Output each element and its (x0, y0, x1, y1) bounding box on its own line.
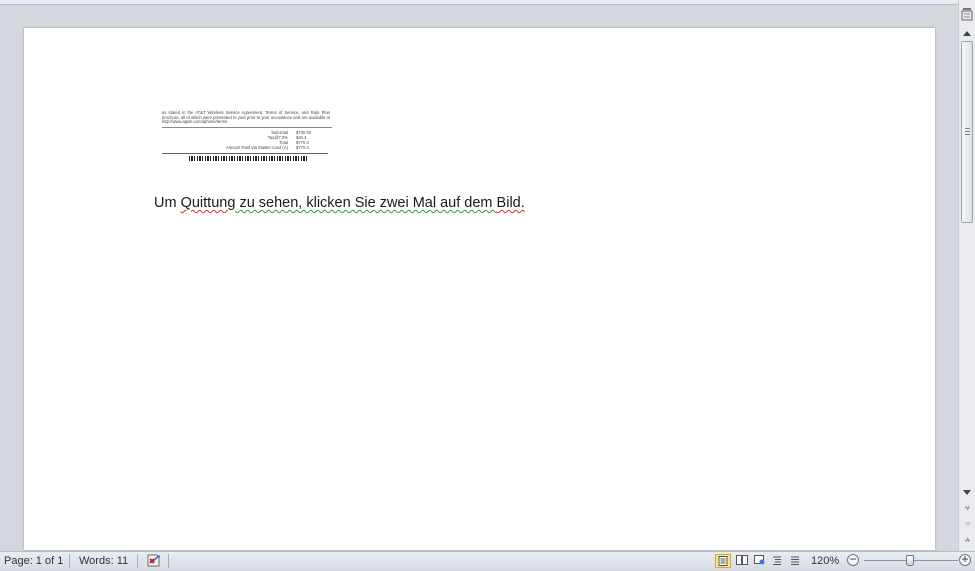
spelling-error-word[interactable]: Quittung (181, 195, 236, 211)
zoom-slider-thumb[interactable] (906, 555, 914, 566)
word-count[interactable]: Words: 11 (79, 555, 128, 567)
grip-line (965, 131, 970, 132)
grip-line (965, 134, 970, 135)
print-layout-icon[interactable] (715, 554, 731, 568)
outline-icon[interactable] (769, 554, 785, 568)
receipt-terms-text: as stated in the AT&T Wireless Service A… (162, 110, 330, 125)
barcode (189, 155, 307, 161)
text-run: Um (154, 195, 181, 211)
web-layout-icon[interactable] (751, 554, 767, 568)
vertical-scrollbar[interactable]: ⩝ ○ ⩜ (958, 0, 975, 551)
zoom-out-button[interactable]: − (847, 553, 859, 566)
scroll-up-arrow-icon[interactable] (963, 31, 971, 36)
scroll-down-arrow-icon[interactable] (963, 490, 971, 495)
view-ruler-icon[interactable] (961, 7, 973, 21)
previous-page-icon[interactable]: ⩝ (961, 502, 974, 514)
page-count[interactable]: Page: 1 of 1 (4, 555, 63, 567)
proofing-errors-icon[interactable] (146, 553, 162, 568)
status-bar: Page: 1 of 1 Words: 11 120% − + (0, 551, 975, 570)
spelling-error-word[interactable]: Bild. (497, 195, 525, 211)
receipt-divider (162, 126, 332, 128)
document-paragraph[interactable]: Um Quittung zu sehen, klicken Sie zwei M… (154, 195, 525, 211)
zoom-level[interactable]: 120% (811, 555, 839, 567)
next-page-icon[interactable]: ⩜ (961, 534, 974, 546)
full-screen-reading-icon[interactable] (734, 554, 750, 568)
draft-icon[interactable] (787, 554, 803, 568)
scroll-thumb[interactable] (961, 41, 973, 223)
ribbon-bottom-edge (0, 0, 958, 5)
zoom-in-button[interactable]: + (959, 553, 971, 566)
status-separator (137, 554, 138, 568)
receipt-image[interactable]: as stated in the AT&T Wireless Service A… (162, 110, 332, 173)
document-page[interactable]: as stated in the AT&T Wireless Service A… (24, 28, 935, 550)
receipt-row: Amount Paid Via Master Card (A) $770.4 (162, 145, 332, 150)
grip-line (965, 128, 970, 129)
status-separator (69, 554, 70, 568)
receipt-row-value: $770.4 (296, 144, 309, 150)
select-browse-object-icon[interactable]: ○ (961, 518, 974, 530)
status-separator (168, 554, 169, 568)
receipt-divider (162, 152, 328, 154)
receipt-row-label: Amount Paid Via Master Card (A) (225, 144, 288, 150)
grammar-error-phrase[interactable]: zu sehen, klicken Sie zwei Mal auf dem (235, 195, 496, 211)
